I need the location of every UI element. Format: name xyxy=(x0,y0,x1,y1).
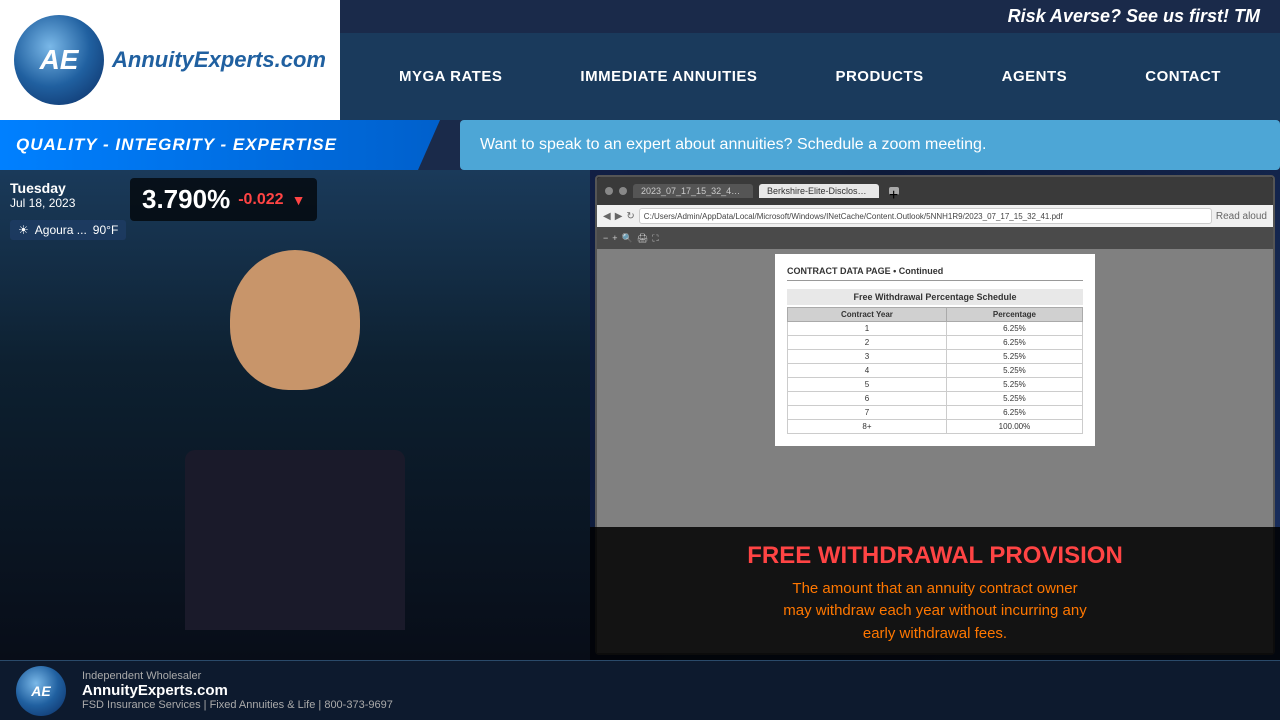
pdf-row-pct-7: 100.00% xyxy=(946,420,1082,434)
pdf-row-pct-1: 6.25% xyxy=(946,336,1082,350)
logo-text: AnnuityExperts.com xyxy=(112,47,326,73)
person-silhouette xyxy=(105,250,485,630)
pdf-zoom-in[interactable]: + xyxy=(612,233,617,243)
browser-chrome: 2023_07_17_15_32_41pdf Berkshire-Elite-D… xyxy=(597,177,1273,205)
read-aloud-button[interactable]: Read aloud xyxy=(1216,211,1267,222)
zoom-text: Want to speak to an expert about annuiti… xyxy=(480,136,986,154)
pdf-row-year-2: 3 xyxy=(788,350,947,364)
main-content: Tuesday Jul 18, 2023 3.790% -0.022 ▼ ☀ A… xyxy=(0,170,1280,660)
pdf-fullscreen[interactable]: ⛶ xyxy=(652,233,658,244)
pdf-row-pct-4: 5.25% xyxy=(946,378,1082,392)
logo-area: AE AnnuityExperts.com xyxy=(0,0,340,120)
nav-area: Risk Averse? See us first! TM MYGA RATES… xyxy=(340,0,1280,120)
pdf-row-year-0: 1 xyxy=(788,322,947,336)
weather-temp: 90°F xyxy=(93,223,118,237)
nav-myga-rates[interactable]: MYGA RATES xyxy=(387,60,514,93)
pdf-row-year-4: 5 xyxy=(788,378,947,392)
nav-agents[interactable]: AGENTS xyxy=(990,60,1080,93)
pdf-row-pct-3: 5.25% xyxy=(946,364,1082,378)
nav-contact[interactable]: CONTACT xyxy=(1133,60,1233,93)
tagline-section: QUALITY - INTEGRITY - EXPERTISE Want to … xyxy=(0,120,1280,170)
browser-dot-1 xyxy=(605,187,613,195)
new-tab-button[interactable]: + xyxy=(889,187,899,195)
pdf-toolbar: − + 🔍 🖨 ⛶ xyxy=(597,227,1273,249)
pdf-row-year-3: 4 xyxy=(788,364,947,378)
pdf-row-pct-5: 5.25% xyxy=(946,392,1082,406)
browser-tab-1[interactable]: 2023_07_17_15_32_41pdf xyxy=(633,184,753,198)
bottom-wholesaler: Independent Wholesaler xyxy=(82,670,393,682)
person-head xyxy=(230,250,360,390)
bottom-info: Independent Wholesaler AnnuityExperts.co… xyxy=(82,670,393,711)
nav-products[interactable]: PRODUCTS xyxy=(823,60,935,93)
rate-value: 3.790% xyxy=(142,184,230,215)
pdf-content: CONTRACT DATA PAGE • Continued Free With… xyxy=(775,254,1095,446)
nav-menu: MYGA RATES IMMEDIATE ANNUITIES PRODUCTS … xyxy=(340,33,1280,120)
date-day: Tuesday xyxy=(10,180,75,196)
pdf-row-pct-0: 6.25% xyxy=(946,322,1082,336)
top-banner: Risk Averse? See us first! TM xyxy=(340,0,1280,33)
reload-button[interactable]: ↻ xyxy=(626,211,634,222)
pdf-page-header: CONTRACT DATA PAGE • Continued xyxy=(787,266,1083,281)
person-video xyxy=(0,170,590,660)
webcam-area: Tuesday Jul 18, 2023 3.790% -0.022 ▼ ☀ A… xyxy=(0,170,590,660)
pdf-col-year: Contract Year xyxy=(788,308,947,322)
pdf-col-pct: Percentage xyxy=(946,308,1082,322)
rate-display: 3.790% -0.022 ▼ xyxy=(130,178,317,221)
pdf-row-year-5: 6 xyxy=(788,392,947,406)
rate-change: -0.022 xyxy=(238,191,283,209)
pdf-table: Contract Year Percentage 16.25%26.25%35.… xyxy=(787,307,1083,434)
pdf-table-title: Free Withdrawal Percentage Schedule xyxy=(787,289,1083,305)
pdf-row-pct-2: 5.25% xyxy=(946,350,1082,364)
pdf-tools[interactable]: 🔍 xyxy=(622,233,633,244)
browser-toolbar: ◀ ▶ ↻ C:/Users/Admin/AppData/Local/Micro… xyxy=(597,205,1273,227)
bottom-bar: AE Independent Wholesaler AnnuityExperts… xyxy=(0,660,1280,720)
pdf-row-year-6: 7 xyxy=(788,406,947,420)
pdf-print[interactable]: 🖨 xyxy=(637,233,648,244)
bottom-logo-icon: AE xyxy=(16,666,66,716)
logo-icon: AE xyxy=(14,15,104,105)
pdf-row-year-1: 2 xyxy=(788,336,947,350)
tagline-text: QUALITY - INTEGRITY - EXPERTISE xyxy=(16,135,337,155)
date-widget: Tuesday Jul 18, 2023 xyxy=(10,180,75,210)
rate-arrow-icon: ▼ xyxy=(292,192,306,208)
weather-location: Agoura ... xyxy=(35,223,87,237)
zoom-banner[interactable]: Want to speak to an expert about annuiti… xyxy=(460,120,1280,170)
overlay-text: FREE WITHDRAWAL PROVISION The amount tha… xyxy=(590,527,1280,661)
address-bar[interactable]: C:/Users/Admin/AppData/Local/Microsoft/W… xyxy=(639,208,1212,224)
header: AE AnnuityExperts.com Risk Averse? See u… xyxy=(0,0,1280,120)
tagline-left: QUALITY - INTEGRITY - EXPERTISE xyxy=(0,120,440,170)
back-button[interactable]: ◀ xyxy=(603,211,611,222)
weather-icon: ☀ xyxy=(18,223,29,237)
person-body xyxy=(185,450,405,630)
logo-ae-text: AE xyxy=(40,44,79,76)
pdf-row-year-7: 8+ xyxy=(788,420,947,434)
nav-immediate-annuities[interactable]: IMMEDIATE ANNUITIES xyxy=(568,60,769,93)
pdf-zoom-out[interactable]: − xyxy=(603,233,608,243)
bottom-details: FSD Insurance Services | Fixed Annuities… xyxy=(82,699,393,711)
pdf-row-pct-6: 6.25% xyxy=(946,406,1082,420)
browser-dot-2 xyxy=(619,187,627,195)
weather-widget: ☀ Agoura ... 90°F xyxy=(10,220,126,240)
bottom-site[interactable]: AnnuityExperts.com xyxy=(82,682,393,699)
date-full: Jul 18, 2023 xyxy=(10,196,75,210)
forward-button[interactable]: ▶ xyxy=(615,211,623,222)
overlay-title: FREE WITHDRAWAL PROVISION xyxy=(610,542,1260,570)
browser-tab-2[interactable]: Berkshire-Elite-Disclosure.pdf xyxy=(759,184,879,198)
overlay-desc: The amount that an annuity contract owne… xyxy=(610,578,1260,646)
